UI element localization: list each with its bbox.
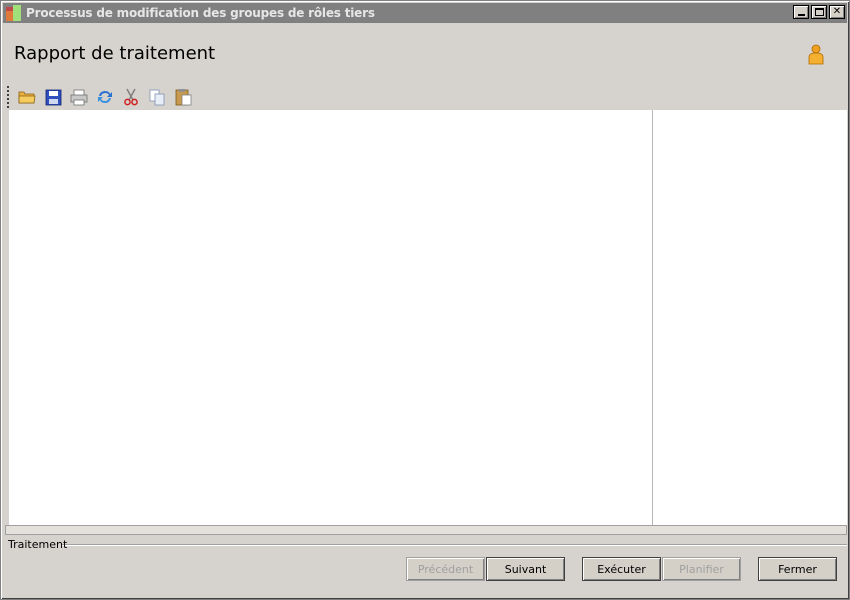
- user-icon[interactable]: [807, 44, 825, 66]
- execute-button[interactable]: Exécuter: [582, 557, 661, 581]
- groupbox-border: [61, 544, 847, 546]
- close-button[interactable]: Fermer: [758, 557, 837, 581]
- next-button[interactable]: Suivant: [486, 557, 565, 581]
- copy-icon: [149, 89, 164, 105]
- print-button[interactable]: [68, 86, 90, 108]
- window-title: Processus de modification des groupes de…: [26, 6, 375, 20]
- refresh-button[interactable]: [94, 86, 116, 108]
- title-bar[interactable]: Processus de modification des groupes de…: [3, 3, 847, 23]
- toolbar-grip[interactable]: [7, 86, 10, 108]
- page-title: Rapport de traitement: [14, 43, 216, 64]
- minimize-button[interactable]: [793, 5, 809, 19]
- toolbar: [7, 85, 207, 109]
- open-button[interactable]: [16, 86, 38, 108]
- maximize-button[interactable]: [811, 5, 827, 19]
- close-icon: ✕: [832, 6, 842, 17]
- report-main-panel[interactable]: [9, 110, 652, 525]
- refresh-icon: [98, 91, 112, 103]
- cut-icon: [124, 88, 138, 106]
- close-window-button[interactable]: ✕: [829, 5, 845, 19]
- save-icon: [45, 89, 61, 105]
- app-icon: [5, 4, 23, 22]
- copy-button[interactable]: [146, 86, 168, 108]
- horizontal-scrollbar[interactable]: [5, 525, 847, 535]
- report-side-panel[interactable]: [652, 110, 847, 525]
- minimize-icon: [797, 14, 805, 16]
- save-button[interactable]: [42, 86, 64, 108]
- maximize-icon: [814, 8, 824, 16]
- print-icon: [70, 89, 88, 105]
- paste-icon: [175, 89, 191, 106]
- app-window: Processus de modification des groupes de…: [0, 0, 850, 600]
- groupbox-label: Traitement: [8, 538, 68, 551]
- schedule-button[interactable]: Planifier: [662, 557, 741, 581]
- caption-buttons: ✕: [793, 5, 845, 19]
- paste-button[interactable]: [172, 86, 194, 108]
- previous-button[interactable]: Précédent: [406, 557, 485, 581]
- open-folder-icon: [18, 91, 36, 104]
- cut-button[interactable]: [120, 86, 142, 108]
